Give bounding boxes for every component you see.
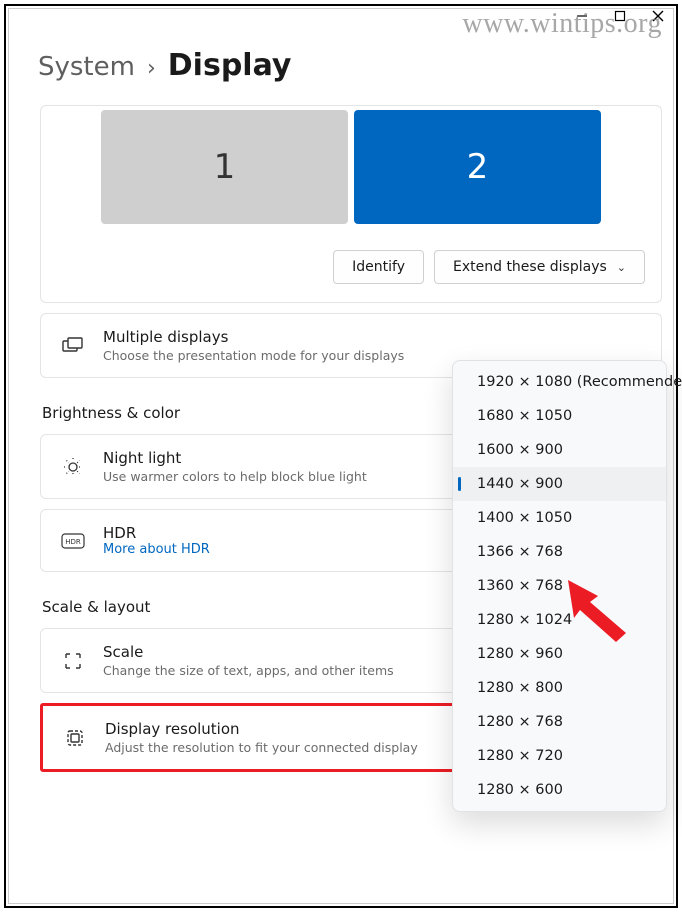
window-controls	[572, 6, 668, 26]
breadcrumb: System › Display	[38, 48, 662, 83]
resolution-option[interactable]: 1400 × 1050	[453, 501, 666, 535]
hdr-icon: HDR	[59, 533, 87, 549]
chevron-right-icon: ›	[147, 56, 156, 81]
chevron-down-icon: ⌄	[617, 261, 626, 274]
multiple-displays-icon	[59, 337, 87, 355]
resolution-option[interactable]: 1280 × 600	[453, 773, 666, 807]
resolution-option[interactable]: 1600 × 900	[453, 433, 666, 467]
breadcrumb-parent[interactable]: System	[38, 52, 135, 82]
display-mode-label: Extend these displays	[453, 259, 607, 275]
resolution-option[interactable]: 1366 × 768	[453, 535, 666, 569]
resolution-option[interactable]: 1920 × 1080 (Recommended)	[453, 365, 666, 399]
identify-button[interactable]: Identify	[333, 250, 424, 284]
monitor-2[interactable]: 2	[354, 110, 601, 224]
resolution-option[interactable]: 1360 × 768	[453, 569, 666, 603]
resolution-option[interactable]: 1440 × 900	[453, 467, 666, 501]
resolution-option[interactable]: 1280 × 720	[453, 739, 666, 773]
night-light-icon	[59, 457, 87, 477]
resolution-option[interactable]: 1280 × 768	[453, 705, 666, 739]
identify-label: Identify	[352, 259, 405, 275]
maximize-button[interactable]	[610, 6, 630, 26]
minimize-button[interactable]	[572, 6, 592, 26]
resolution-option[interactable]: 1280 × 1024	[453, 603, 666, 637]
page-title: Display	[168, 48, 292, 83]
scale-icon	[59, 651, 87, 671]
resolution-option[interactable]: 1280 × 800	[453, 671, 666, 705]
multiple-displays-title: Multiple displays	[103, 328, 643, 346]
resolution-option[interactable]: 1280 × 960	[453, 637, 666, 671]
resolution-dropdown[interactable]: 1920 × 1080 (Recommended)1680 × 10501600…	[452, 360, 667, 812]
monitor-1[interactable]: 1	[101, 110, 348, 224]
display-mode-select[interactable]: Extend these displays ⌄	[434, 250, 645, 284]
resolution-option[interactable]: 1680 × 1050	[453, 399, 666, 433]
close-button[interactable]	[648, 6, 668, 26]
svg-text:HDR: HDR	[65, 538, 81, 546]
display-resolution-icon	[61, 728, 89, 748]
display-arrangement-card: 1 2 Identify Extend these displays ⌄	[40, 105, 662, 303]
